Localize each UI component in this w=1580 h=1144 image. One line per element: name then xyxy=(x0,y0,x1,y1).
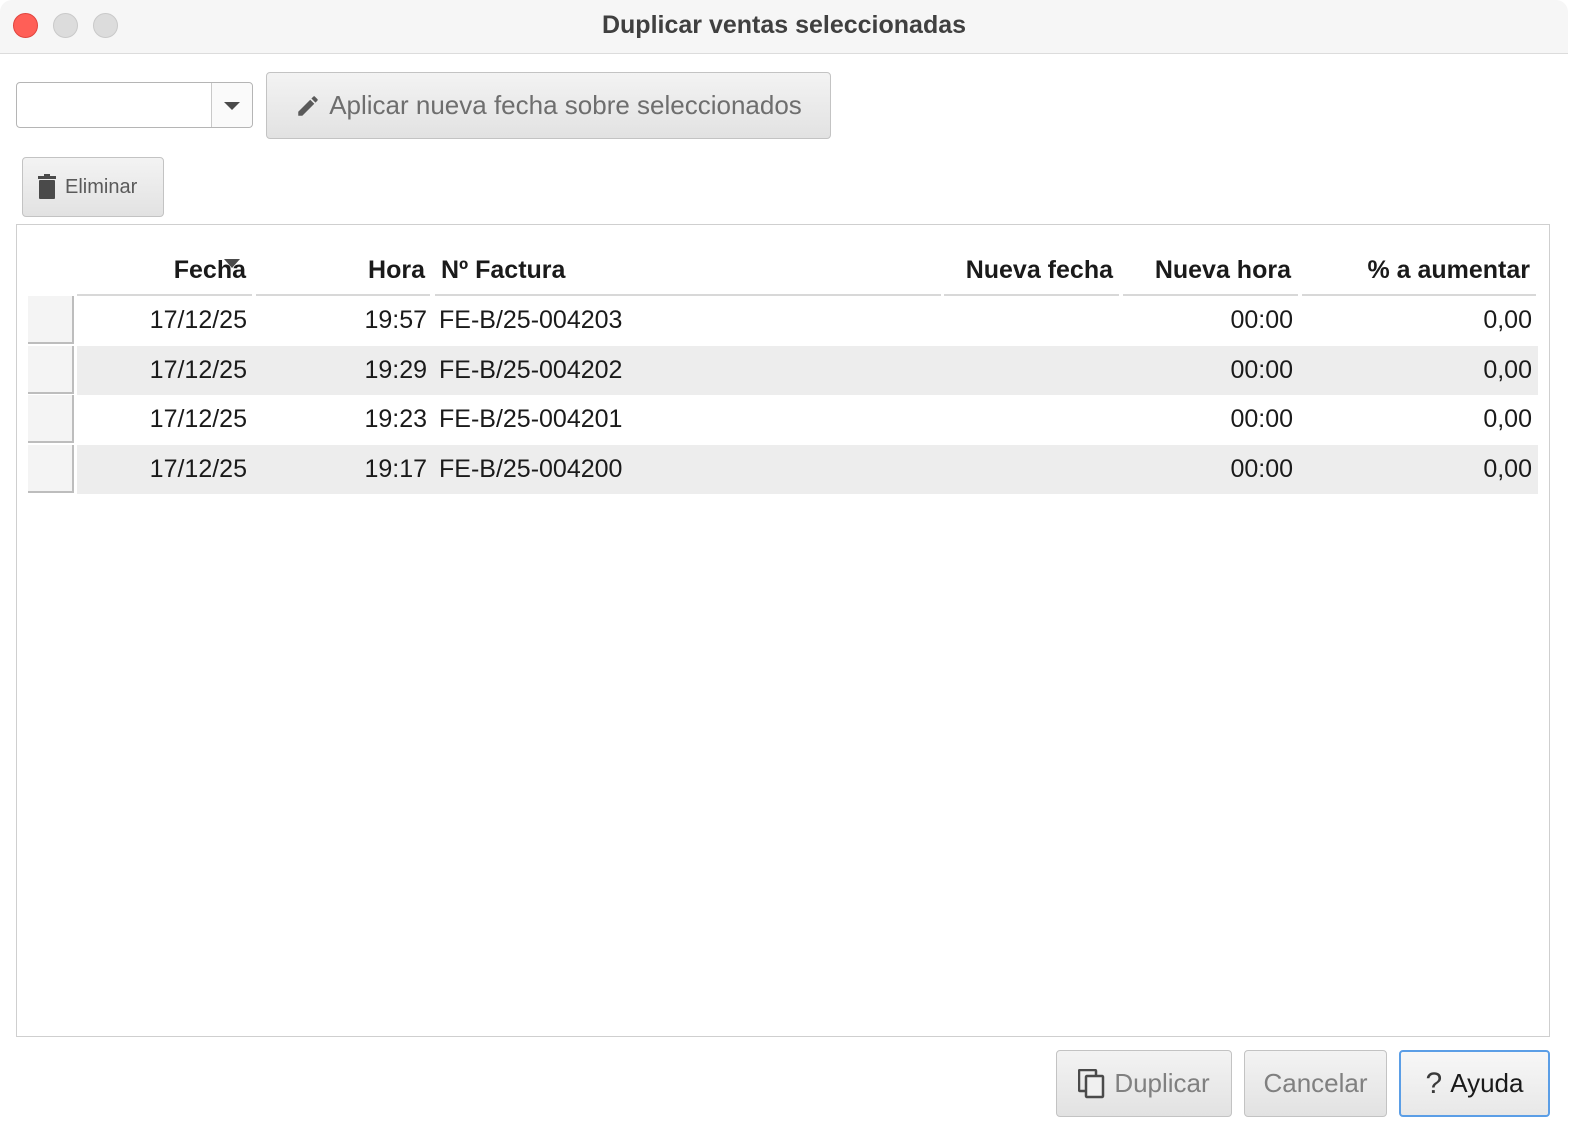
cell-factura: FE-B/25-004201 xyxy=(439,405,623,433)
row-selector[interactable] xyxy=(28,445,74,493)
cell-factura: FE-B/25-004200 xyxy=(439,455,623,483)
help-button[interactable]: ? Ayuda xyxy=(1399,1050,1550,1117)
column-header-nueva-fecha[interactable]: Nueva fecha xyxy=(944,252,1113,288)
cell-aumentar: 0,00 xyxy=(1483,356,1532,384)
chevron-down-icon[interactable] xyxy=(211,83,252,127)
column-header-nueva-hora[interactable]: Nueva hora xyxy=(1124,252,1291,288)
cell-hora: 19:17 xyxy=(364,455,427,483)
cell-hora: 19:29 xyxy=(364,356,427,384)
row-selector[interactable] xyxy=(28,296,74,344)
cancel-label: Cancelar xyxy=(1263,1068,1368,1098)
trash-icon xyxy=(38,174,56,199)
cell-factura: FE-B/25-004202 xyxy=(439,356,623,384)
duplicate-label: Duplicar xyxy=(1114,1068,1210,1098)
cell-hora: 19:57 xyxy=(364,306,427,334)
cell-nueva-fecha xyxy=(944,346,1114,395)
cell-nueva-fecha xyxy=(944,296,1114,345)
cell-nueva-hora: 00:00 xyxy=(1230,455,1293,483)
cell-aumentar: 0,00 xyxy=(1483,306,1532,334)
row-selector[interactable] xyxy=(28,346,74,394)
date-combo[interactable] xyxy=(16,82,253,128)
cell-nueva-hora: 00:00 xyxy=(1230,356,1293,384)
cell-fecha: 17/12/25 xyxy=(149,356,247,384)
cell-nueva-hora: 00:00 xyxy=(1230,306,1293,334)
cell-nueva-fecha xyxy=(944,445,1114,494)
cell-aumentar: 0,00 xyxy=(1483,405,1532,433)
column-header-aumentar[interactable]: % a aumentar xyxy=(1303,252,1530,288)
dialog-window: Duplicar ventas seleccionadas Aplicar nu… xyxy=(0,0,1568,1135)
window-title: Duplicar ventas seleccionadas xyxy=(601,11,967,39)
cell-fecha: 17/12/25 xyxy=(149,405,247,433)
table-row[interactable]: 17/12/25 19:29 FE-B/25-004202 00:00 0,00 xyxy=(77,346,1538,395)
question-icon: ? xyxy=(1425,1066,1443,1100)
delete-label: Eliminar xyxy=(65,175,138,198)
sort-desc-icon xyxy=(224,259,240,268)
delete-button[interactable]: Eliminar xyxy=(22,157,164,217)
copy-icon xyxy=(1078,1068,1105,1098)
date-input[interactable] xyxy=(17,83,212,127)
apply-new-date-button[interactable]: Aplicar nueva fecha sobre seleccionados xyxy=(266,72,831,139)
duplicate-button[interactable]: Duplicar xyxy=(1056,1050,1232,1117)
cell-factura: FE-B/25-004203 xyxy=(439,306,623,334)
help-label: Ayuda xyxy=(1450,1068,1524,1098)
cell-fecha: 17/12/25 xyxy=(149,455,247,483)
column-header-hora[interactable]: Hora xyxy=(260,252,425,288)
cell-aumentar: 0,00 xyxy=(1483,455,1532,483)
column-header-factura[interactable]: Nº Factura xyxy=(441,252,921,288)
cancel-button[interactable]: Cancelar xyxy=(1244,1050,1387,1117)
title-bar: Duplicar ventas seleccionadas xyxy=(0,0,1568,54)
table-row[interactable]: 17/12/25 19:57 FE-B/25-004203 00:00 0,00 xyxy=(77,296,1538,345)
row-selector[interactable] xyxy=(28,395,74,443)
table-row[interactable]: 17/12/25 19:17 FE-B/25-004200 00:00 0,00 xyxy=(77,445,1538,494)
cell-nueva-fecha xyxy=(944,395,1114,444)
apply-new-date-label: Aplicar nueva fecha sobre seleccionados xyxy=(329,90,802,120)
cell-nueva-hora: 00:00 xyxy=(1230,405,1293,433)
table-row[interactable]: 17/12/25 19:23 FE-B/25-004201 00:00 0,00 xyxy=(77,395,1538,444)
column-header-fecha[interactable]: Fecha xyxy=(96,252,246,288)
pencil-icon xyxy=(298,95,318,116)
cell-fecha: 17/12/25 xyxy=(149,306,247,334)
cell-hora: 19:23 xyxy=(364,405,427,433)
